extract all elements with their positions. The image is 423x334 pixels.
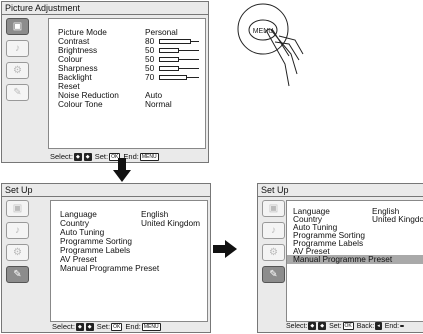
row-value: 70	[145, 72, 155, 82]
setup-icon[interactable]: ✎	[6, 84, 29, 101]
menu-row-manual-programme-preset[interactable]: Manual Programme Preset	[287, 255, 423, 264]
remote-menu-illustration: MENU	[227, 2, 317, 97]
menu-row-manual-programme-preset[interactable]: Manual Programme Preset	[51, 264, 207, 273]
panel-title: Set Up	[5, 185, 33, 195]
picture-icon[interactable]: ▣	[6, 18, 29, 35]
row-label: Colour Tone	[58, 99, 103, 109]
arrow-keys-icon: ◆	[73, 153, 82, 161]
level-bar[interactable]	[159, 39, 199, 44]
level-bar[interactable]	[159, 66, 199, 71]
key-guide: Select: ◆ ◆ Set: OK End: MENU	[50, 152, 159, 161]
key-guide: Select: ◆ ◆ Set: OK Back: ◂ End:	[286, 322, 405, 331]
menu-key-icon	[400, 325, 405, 327]
picture-icon[interactable]: ▣	[6, 200, 29, 217]
setup-panel: Set Up ▣ ♪ ⚙ ✎ Language English Country …	[1, 183, 211, 333]
menu-sidebar: ▣ ♪ ⚙ ✎	[5, 200, 32, 288]
features-icon[interactable]: ⚙	[6, 244, 29, 261]
menu-key-icon: MENU	[139, 153, 159, 161]
menu-key-icon: MENU	[141, 323, 161, 331]
back-key-icon: ◂	[375, 322, 382, 330]
setup-icon[interactable]: ✎	[262, 266, 285, 283]
row-value: Normal	[145, 99, 172, 109]
arrow-keys-icon: ◆	[85, 323, 94, 331]
level-bar[interactable]	[159, 48, 199, 53]
picture-adjustment-panel: Picture Adjustment ▣ ♪ ⚙ ✎ Picture Mode …	[1, 1, 209, 163]
menu-content: Language English Country United Kingdom …	[50, 200, 208, 322]
level-bar[interactable]	[159, 75, 199, 80]
panel-title: Set Up	[261, 185, 289, 195]
title-divider	[2, 14, 208, 15]
sound-icon[interactable]: ♪	[6, 222, 29, 239]
row-label: Manual Programme Preset	[293, 254, 393, 264]
sound-icon[interactable]: ♪	[262, 222, 285, 239]
menu-sidebar: ▣ ♪ ⚙ ✎	[5, 18, 32, 106]
arrow-right-icon	[213, 240, 237, 263]
arrow-keys-icon: ◆	[75, 323, 84, 331]
key-guide: Select: ◆ ◆ Set: OK End: MENU	[52, 322, 161, 331]
picture-icon[interactable]: ▣	[262, 200, 285, 217]
features-icon[interactable]: ⚙	[6, 62, 29, 79]
row-value: United Kingdom	[141, 218, 201, 228]
menu-content: Picture Mode Personal Contrast 80 Bright…	[48, 18, 206, 149]
setup-panel-selected: Set Up ▣ ♪ ⚙ ✎ Language English Country …	[257, 183, 423, 333]
arrow-keys-icon: ◆	[318, 322, 327, 330]
ok-key-icon: OK	[111, 323, 123, 331]
menu-row-colour-tone[interactable]: Colour Tone Normal	[49, 100, 205, 109]
title-divider	[258, 196, 423, 197]
title-divider	[2, 196, 210, 197]
hand-pressing-menu-icon: MENU	[237, 3, 304, 87]
arrow-keys-icon: ◆	[83, 153, 92, 161]
ok-key-icon: OK	[342, 322, 354, 330]
setup-icon[interactable]: ✎	[6, 266, 29, 283]
features-icon[interactable]: ⚙	[262, 244, 285, 261]
row-label: Manual Programme Preset	[60, 263, 160, 273]
menu-sidebar: ▣ ♪ ⚙ ✎	[261, 200, 288, 288]
panel-title: Picture Adjustment	[5, 3, 81, 13]
menu-content: Language English Country United Kingdo A…	[286, 200, 423, 322]
sound-icon[interactable]: ♪	[6, 40, 29, 57]
arrow-keys-icon: ◆	[308, 322, 317, 330]
level-bar[interactable]	[159, 57, 199, 62]
